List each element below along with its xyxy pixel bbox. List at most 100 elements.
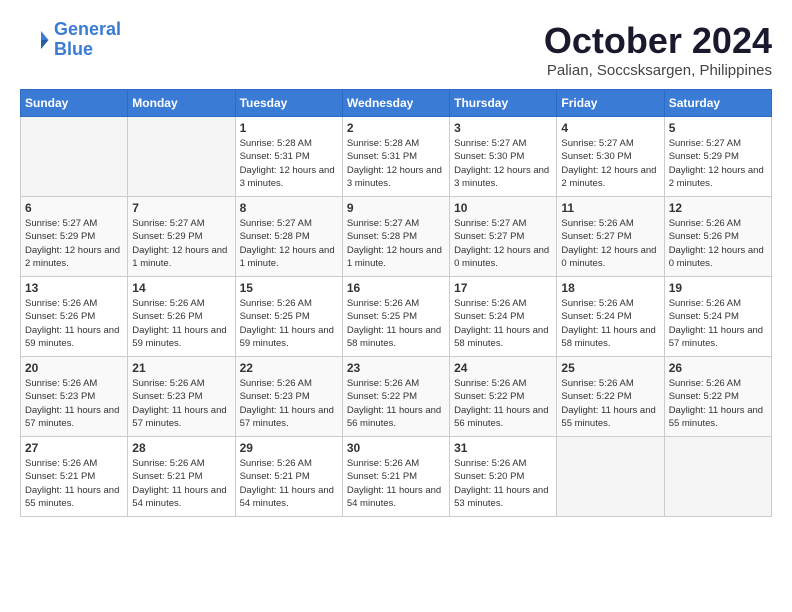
logo-icon: [20, 25, 50, 55]
day-info: Sunrise: 5:27 AM Sunset: 5:29 PM Dayligh…: [25, 217, 123, 270]
day-cell: 17Sunrise: 5:26 AM Sunset: 5:24 PM Dayli…: [450, 277, 557, 357]
day-cell: 28Sunrise: 5:26 AM Sunset: 5:21 PM Dayli…: [128, 437, 235, 517]
day-info: Sunrise: 5:26 AM Sunset: 5:20 PM Dayligh…: [454, 457, 552, 510]
day-cell: 5 Sunrise: 5:27 AM Sunset: 5:29 PM Daylig…: [664, 117, 771, 197]
day-cell: 21 Sunrise: 5:26 AM Sunset: 5:23 PM Dayli…: [128, 357, 235, 437]
day-number: 7: [132, 201, 230, 215]
header-cell-wednesday: Wednesday: [342, 90, 449, 117]
day-info: Sunrise: 5:26 AM Sunset: 5:25 PM Dayligh…: [347, 297, 445, 350]
day-info: Sunrise: 5:26 AM Sunset: 5:23 PM Dayligh…: [25, 377, 123, 430]
day-cell: 7 Sunrise: 5:27 AM Sunset: 5:29 PM Daylig…: [128, 197, 235, 277]
day-number: 3: [454, 121, 552, 135]
day-cell: 31 Sunrise: 5:26 AM Sunset: 5:20 PM Dayli…: [450, 437, 557, 517]
day-number: 5: [669, 121, 767, 135]
day-info: Sunrise: 5:26 AM Sunset: 5:24 PM Dayligh…: [454, 297, 552, 350]
day-cell: [557, 437, 664, 517]
day-cell: 18Sunrise: 5:26 AM Sunset: 5:24 PM Dayli…: [557, 277, 664, 357]
day-cell: 11 Sunrise: 5:26 AM Sunset: 5:27 PM Dayli…: [557, 197, 664, 277]
day-number: 30: [347, 441, 445, 455]
day-cell: 9 Sunrise: 5:27 AM Sunset: 5:28 PM Daylig…: [342, 197, 449, 277]
day-number: 24: [454, 361, 552, 375]
day-info: Sunrise: 5:26 AM Sunset: 5:23 PM Dayligh…: [240, 377, 338, 430]
day-number: 12: [669, 201, 767, 215]
day-info: Sunrise: 5:27 AM Sunset: 5:28 PM Dayligh…: [347, 217, 445, 270]
day-info: Sunrise: 5:26 AM Sunset: 5:22 PM Dayligh…: [454, 377, 552, 430]
day-cell: 14Sunrise: 5:26 AM Sunset: 5:26 PM Dayli…: [128, 277, 235, 357]
day-cell: 4Sunrise: 5:27 AM Sunset: 5:30 PM Daylig…: [557, 117, 664, 197]
day-number: 13: [25, 281, 123, 295]
day-cell: 12Sunrise: 5:26 AM Sunset: 5:26 PM Dayli…: [664, 197, 771, 277]
calendar-body: 1 Sunrise: 5:28 AM Sunset: 5:31 PM Daylig…: [21, 117, 772, 517]
day-cell: 3Sunrise: 5:27 AM Sunset: 5:30 PM Daylig…: [450, 117, 557, 197]
day-info: Sunrise: 5:26 AM Sunset: 5:24 PM Dayligh…: [669, 297, 767, 350]
day-info: Sunrise: 5:28 AM Sunset: 5:31 PM Dayligh…: [347, 137, 445, 190]
day-info: Sunrise: 5:26 AM Sunset: 5:27 PM Dayligh…: [561, 217, 659, 270]
header-cell-thursday: Thursday: [450, 90, 557, 117]
header-cell-monday: Monday: [128, 90, 235, 117]
location-subtitle: Palian, Soccsksargen, Philippines: [544, 62, 772, 79]
day-cell: 16 Sunrise: 5:26 AM Sunset: 5:25 PM Dayli…: [342, 277, 449, 357]
day-info: Sunrise: 5:27 AM Sunset: 5:29 PM Dayligh…: [669, 137, 767, 190]
day-cell: 2 Sunrise: 5:28 AM Sunset: 5:31 PM Daylig…: [342, 117, 449, 197]
day-number: 19: [669, 281, 767, 295]
day-cell: 26Sunrise: 5:26 AM Sunset: 5:22 PM Dayli…: [664, 357, 771, 437]
day-cell: 23 Sunrise: 5:26 AM Sunset: 5:22 PM Dayli…: [342, 357, 449, 437]
day-info: Sunrise: 5:27 AM Sunset: 5:29 PM Dayligh…: [132, 217, 230, 270]
day-cell: [664, 437, 771, 517]
week-row-1: 1 Sunrise: 5:28 AM Sunset: 5:31 PM Daylig…: [21, 117, 772, 197]
header-cell-friday: Friday: [557, 90, 664, 117]
month-title: October 2024: [544, 20, 772, 62]
day-number: 20: [25, 361, 123, 375]
day-cell: 8 Sunrise: 5:27 AM Sunset: 5:28 PM Daylig…: [235, 197, 342, 277]
day-cell: [21, 117, 128, 197]
day-number: 16: [347, 281, 445, 295]
day-info: Sunrise: 5:26 AM Sunset: 5:21 PM Dayligh…: [347, 457, 445, 510]
day-number: 23: [347, 361, 445, 375]
header-cell-tuesday: Tuesday: [235, 90, 342, 117]
day-cell: 25Sunrise: 5:26 AM Sunset: 5:22 PM Dayli…: [557, 357, 664, 437]
day-cell: 27 Sunrise: 5:26 AM Sunset: 5:21 PM Dayli…: [21, 437, 128, 517]
week-row-3: 13 Sunrise: 5:26 AM Sunset: 5:26 PM Dayli…: [21, 277, 772, 357]
header: General Blue October 2024 Palian, Soccsk…: [20, 20, 772, 79]
day-cell: 19 Sunrise: 5:26 AM Sunset: 5:24 PM Dayli…: [664, 277, 771, 357]
day-info: Sunrise: 5:26 AM Sunset: 5:24 PM Dayligh…: [561, 297, 659, 350]
day-number: 2: [347, 121, 445, 135]
logo-general: General: [54, 19, 121, 39]
day-number: 29: [240, 441, 338, 455]
logo-text: General Blue: [54, 20, 121, 60]
header-cell-saturday: Saturday: [664, 90, 771, 117]
day-cell: [128, 117, 235, 197]
day-info: Sunrise: 5:27 AM Sunset: 5:28 PM Dayligh…: [240, 217, 338, 270]
week-row-5: 27 Sunrise: 5:26 AM Sunset: 5:21 PM Dayli…: [21, 437, 772, 517]
day-info: Sunrise: 5:26 AM Sunset: 5:26 PM Dayligh…: [25, 297, 123, 350]
day-info: Sunrise: 5:27 AM Sunset: 5:27 PM Dayligh…: [454, 217, 552, 270]
day-number: 4: [561, 121, 659, 135]
day-number: 27: [25, 441, 123, 455]
day-number: 6: [25, 201, 123, 215]
day-cell: 15 Sunrise: 5:26 AM Sunset: 5:25 PM Dayli…: [235, 277, 342, 357]
day-info: Sunrise: 5:26 AM Sunset: 5:22 PM Dayligh…: [669, 377, 767, 430]
day-number: 31: [454, 441, 552, 455]
header-cell-sunday: Sunday: [21, 90, 128, 117]
day-info: Sunrise: 5:26 AM Sunset: 5:21 PM Dayligh…: [240, 457, 338, 510]
day-number: 1: [240, 121, 338, 135]
calendar-table: SundayMondayTuesdayWednesdayThursdayFrid…: [20, 89, 772, 517]
day-info: Sunrise: 5:26 AM Sunset: 5:21 PM Dayligh…: [132, 457, 230, 510]
day-cell: 22Sunrise: 5:26 AM Sunset: 5:23 PM Dayli…: [235, 357, 342, 437]
day-info: Sunrise: 5:26 AM Sunset: 5:21 PM Dayligh…: [25, 457, 123, 510]
day-number: 10: [454, 201, 552, 215]
week-row-4: 20 Sunrise: 5:26 AM Sunset: 5:23 PM Dayli…: [21, 357, 772, 437]
day-number: 15: [240, 281, 338, 295]
day-cell: 30 Sunrise: 5:26 AM Sunset: 5:21 PM Dayli…: [342, 437, 449, 517]
header-row: SundayMondayTuesdayWednesdayThursdayFrid…: [21, 90, 772, 117]
logo: General Blue: [20, 20, 121, 60]
day-number: 11: [561, 201, 659, 215]
day-number: 8: [240, 201, 338, 215]
day-cell: 24 Sunrise: 5:26 AM Sunset: 5:22 PM Dayli…: [450, 357, 557, 437]
day-info: Sunrise: 5:26 AM Sunset: 5:22 PM Dayligh…: [347, 377, 445, 430]
day-number: 9: [347, 201, 445, 215]
title-area: October 2024 Palian, Soccsksargen, Phili…: [544, 20, 772, 79]
day-info: Sunrise: 5:26 AM Sunset: 5:23 PM Dayligh…: [132, 377, 230, 430]
day-info: Sunrise: 5:26 AM Sunset: 5:25 PM Dayligh…: [240, 297, 338, 350]
day-number: 21: [132, 361, 230, 375]
